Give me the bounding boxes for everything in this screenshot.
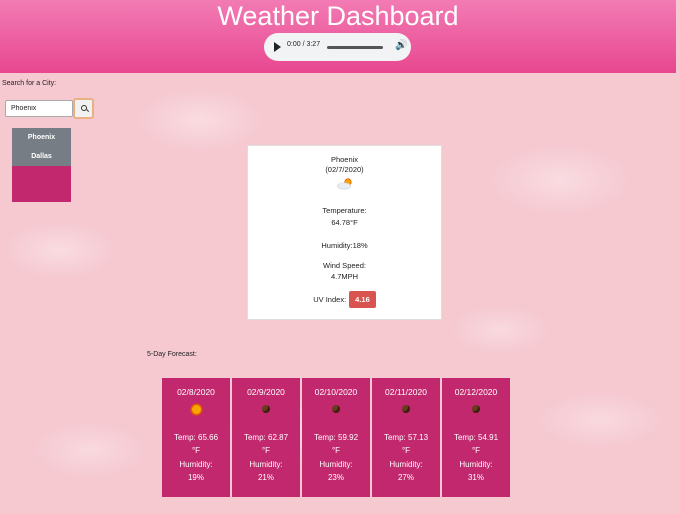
brown-dot-icon (332, 405, 340, 413)
forecast-temp: Temp: 57.13 (383, 433, 429, 442)
forecast-card: 02/9/2020 Temp: 62.87 °F Humidity: 21% (232, 378, 300, 497)
page-title: Weather Dashboard (217, 1, 459, 31)
volume-icon[interactable]: 🔊 (395, 40, 407, 52)
audio-time: 0:00 / 3:27 (287, 41, 321, 48)
temperature-label: Temperature: (322, 206, 367, 215)
forecast-humidity: 31% (467, 473, 484, 482)
forecast-unit: °F (331, 446, 341, 455)
forecast-humidity-label: Humidity: (179, 460, 213, 469)
forecast-humidity: 23% (327, 473, 344, 482)
forecast-temp: Temp: 59.92 (313, 433, 359, 442)
search-button[interactable] (73, 98, 94, 119)
wind-value: 4.7MPH (330, 272, 359, 281)
forecast-date: 02/10/2020 (314, 387, 358, 397)
forecast-card: 02/12/2020 Temp: 54.91 °F Humidity: 31% (442, 378, 510, 497)
cloud-sun-icon (336, 178, 354, 190)
forecast-card: 02/11/2020 Temp: 57.13 °F Humidity: 27% (372, 378, 440, 497)
forecast-date: 02/8/2020 (177, 387, 215, 397)
forecast-humidity: 27% (397, 473, 414, 482)
forecast-humidity: 19% (187, 473, 204, 482)
brown-dot-icon (472, 405, 480, 413)
wind-label: Wind Speed: (323, 261, 366, 270)
forecast-unit: °F (471, 446, 481, 455)
history-city-button[interactable]: Phoenix (12, 128, 71, 147)
forecast-humidity-label: Humidity: (249, 460, 283, 469)
current-date: (02/7/2020) (325, 165, 364, 174)
city-search-input[interactable] (5, 100, 73, 117)
play-icon[interactable] (274, 42, 281, 52)
forecast-temp: Temp: 65.66 (173, 433, 219, 442)
humidity-text: Humidity:18% (321, 241, 368, 250)
search-label: Search for a City: (2, 80, 57, 87)
forecast-humidity-label: Humidity: (389, 460, 423, 469)
forecast-humidity: 21% (257, 473, 274, 482)
forecast-unit: °F (401, 446, 411, 455)
forecast-label: 5-Day Forecast: (147, 351, 197, 358)
header-bar: Weather Dashboard 0:00 / 3:27 🔊 (0, 0, 676, 73)
current-weather-card: Phoenix (02/7/2020) Temperature: 64.78°F… (247, 145, 442, 320)
search-history: Phoenix Dallas (12, 128, 71, 202)
forecast-unit: °F (191, 446, 201, 455)
forecast-date: 02/11/2020 (385, 387, 427, 397)
forecast-humidity-label: Humidity: (319, 460, 353, 469)
forecast-temp: Temp: 54.91 (453, 433, 499, 442)
forecast-temp: Temp: 62.87 (243, 433, 289, 442)
forecast-humidity-label: Humidity: (459, 460, 493, 469)
audio-progress-slider[interactable] (327, 46, 383, 49)
audio-player[interactable]: 0:00 / 3:27 🔊 (264, 33, 411, 61)
temperature-value: 64.78°F (331, 218, 358, 227)
forecast-unit: °F (261, 446, 271, 455)
current-city: Phoenix (330, 155, 359, 164)
brown-dot-icon (402, 405, 410, 413)
forecast-date: 02/12/2020 (454, 387, 498, 397)
uv-badge: 4.16 (349, 291, 376, 308)
uv-label: UV Index: (313, 295, 347, 304)
forecast-card: 02/10/2020 Temp: 59.92 °F Humidity: 23% (302, 378, 370, 497)
forecast-date: 02/9/2020 (247, 387, 285, 397)
sun-icon (191, 405, 201, 414)
forecast-card: 02/8/2020 Temp: 65.66 °F Humidity: 19% (162, 378, 230, 497)
brown-dot-icon (262, 405, 270, 413)
history-city-button[interactable]: Dallas (12, 147, 71, 166)
